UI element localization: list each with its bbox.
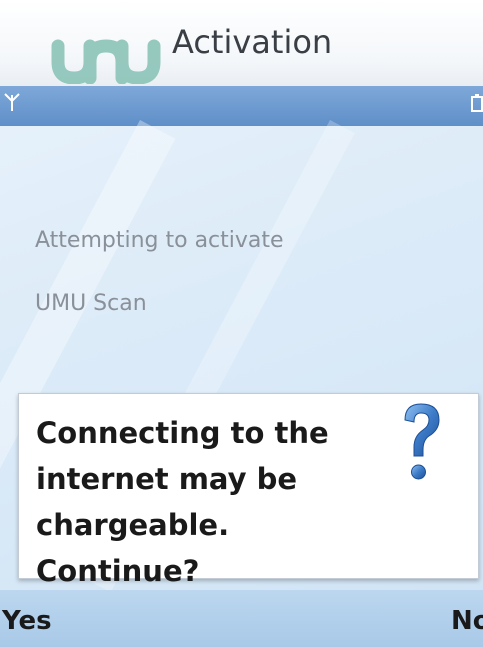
- confirmation-dialog: Connecting to the internet may be charge…: [18, 393, 479, 588]
- question-mark-icon: [404, 403, 440, 480]
- page-title: Activation: [172, 23, 333, 61]
- softkey-bar: [0, 590, 483, 647]
- dialog-message: Connecting to the internet may be charge…: [36, 410, 396, 594]
- signal-antenna-icon: [4, 93, 20, 111]
- no-softkey-button[interactable]: No: [451, 608, 483, 634]
- umu-logo-icon: [51, 39, 161, 84]
- yes-softkey-button[interactable]: Yes: [2, 608, 52, 634]
- status-message: Attempting to activate: [35, 228, 284, 253]
- status-strip: [0, 86, 483, 126]
- app-name-label: UMU Scan: [35, 291, 147, 316]
- screen: Activation Attempting to activate UMU Sc…: [0, 0, 483, 647]
- dialog-message-line: chargeable. Continue?: [36, 508, 230, 588]
- dialog-message-line: Connecting to the: [36, 416, 329, 450]
- dialog-message-line: internet may be: [36, 462, 298, 496]
- battery-icon: [471, 94, 483, 112]
